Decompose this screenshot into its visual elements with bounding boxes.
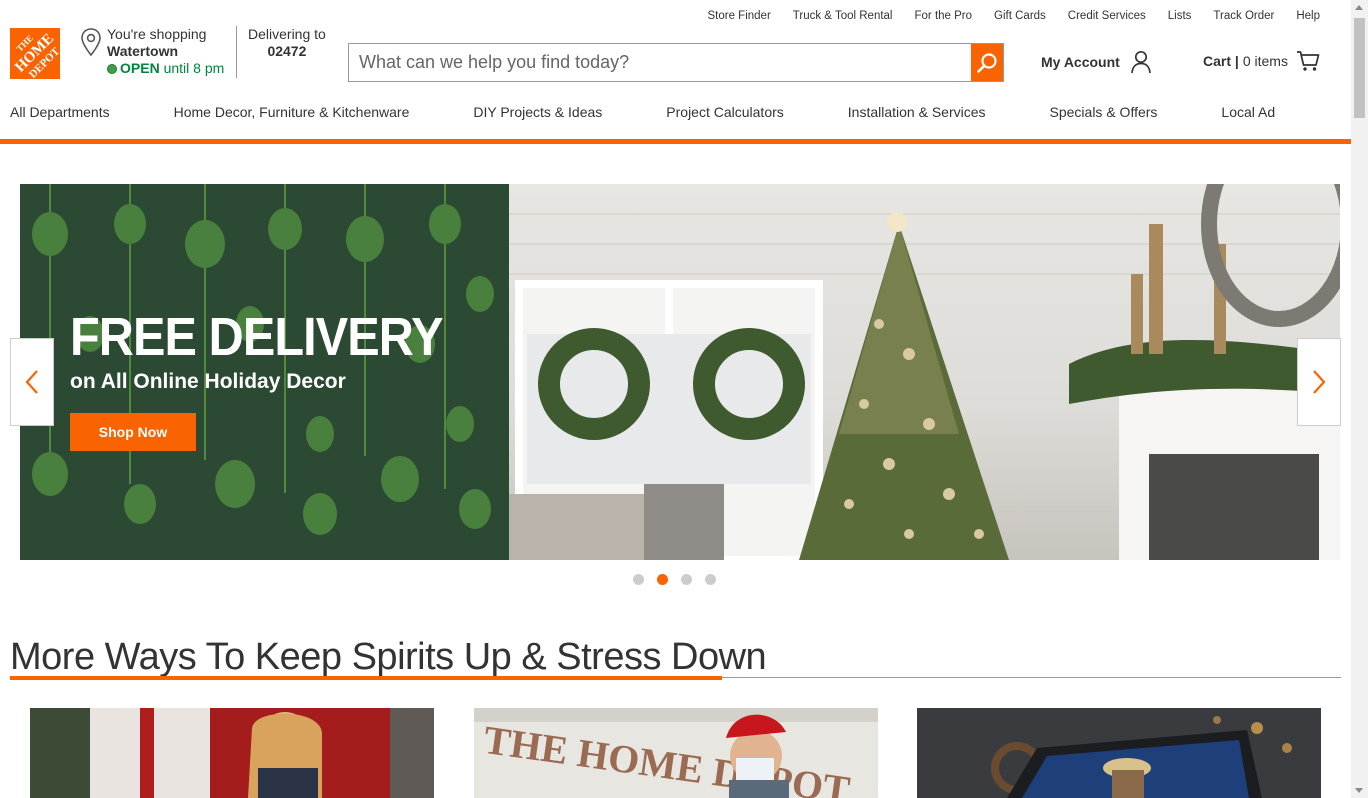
scroll-up-icon[interactable] [1355,5,1363,10]
chevron-left-icon [25,370,38,394]
scrollbar-thumb[interactable] [1354,18,1365,118]
nav-specials-offers[interactable]: Specials & Offers [1050,104,1158,128]
nav-project-calculators[interactable]: Project Calculators [666,104,784,128]
promo-card-3[interactable] [917,708,1321,798]
delivering-label: Delivering to [248,26,326,42]
carousel-dot-3[interactable] [681,574,692,585]
search-input[interactable] [349,44,971,81]
lists-link[interactable]: Lists [1168,10,1192,22]
chevron-right-icon [1313,370,1326,394]
my-account-button[interactable]: My Account [1041,50,1152,74]
carousel-dot-4[interactable] [705,574,716,585]
store-finder-link[interactable]: Store Finder [708,10,771,22]
nav-installation-services[interactable]: Installation & Services [848,104,986,128]
search-icon [977,52,997,73]
home-depot-logo[interactable]: THE HOME DEPOT [10,28,60,79]
credit-services-link[interactable]: Credit Services [1068,10,1146,22]
hero-subtitle: on All Online Holiday Decor [70,370,346,393]
store-open-status: OPEN until 8 pm [107,60,224,77]
search-bar [348,43,1004,82]
nav-all-departments[interactable]: All Departments [10,104,110,128]
gift-cards-link[interactable]: Gift Cards [994,10,1046,22]
user-icon [1130,50,1151,74]
hero-image [509,184,1340,560]
hero-title: FREE DELIVERY [70,307,444,367]
nav-diy-projects[interactable]: DIY Projects & Ideas [473,104,602,128]
delivery-zip[interactable]: Delivering to 02472 [248,26,326,60]
location-pin-icon [81,28,101,57]
carousel-prev-button[interactable] [10,338,54,426]
utility-links: Store Finder Truck & Tool Rental For the… [686,0,1321,32]
for-the-pro-link[interactable]: For the Pro [915,10,973,22]
nav-accent-bar [0,139,1351,144]
header-divider [236,26,237,78]
store-selector[interactable]: You're shopping Watertown OPEN until 8 p… [80,26,224,77]
carousel-dot-1[interactable] [633,574,644,585]
promo-card-2[interactable]: THE HOME DEPOT [474,708,878,798]
cart-icon [1296,51,1320,71]
my-account-label: My Account [1041,54,1120,70]
zip-code: 02472 [267,43,307,59]
promo-card-1[interactable] [30,708,434,798]
shopping-label: You're shopping [107,26,207,42]
nav-home-decor[interactable]: Home Decor, Furniture & Kitchenware [174,104,410,128]
carousel-pagination [633,574,716,585]
carousel-next-button[interactable] [1297,338,1341,426]
hero-promo-panel: FREE DELIVERY on All Online Holiday Deco… [20,184,509,560]
hero-banner[interactable]: FREE DELIVERY on All Online Holiday Deco… [20,184,1340,560]
store-city: Watertown [107,43,179,59]
nav-local-ad[interactable]: Local Ad [1221,104,1275,128]
main-nav: All Departments Home Decor, Furniture & … [10,104,1275,128]
help-link[interactable]: Help [1296,10,1320,22]
carousel-dot-2[interactable] [657,574,668,585]
track-order-link[interactable]: Track Order [1213,10,1274,22]
scroll-down-icon[interactable] [1355,788,1363,793]
section-title: More Ways To Keep Spirits Up & Stress Do… [10,636,767,678]
search-button[interactable] [971,44,1003,81]
truck-tool-rental-link[interactable]: Truck & Tool Rental [793,10,893,22]
section-title-underline [10,676,722,680]
shop-now-button[interactable]: Shop Now [70,413,196,451]
cart-count: 0 items [1242,53,1288,69]
page-scrollbar[interactable] [1351,0,1368,798]
open-status-icon [107,64,117,74]
cart-label: Cart | [1203,53,1239,69]
cart-button[interactable]: Cart | 0 items [1203,50,1320,72]
